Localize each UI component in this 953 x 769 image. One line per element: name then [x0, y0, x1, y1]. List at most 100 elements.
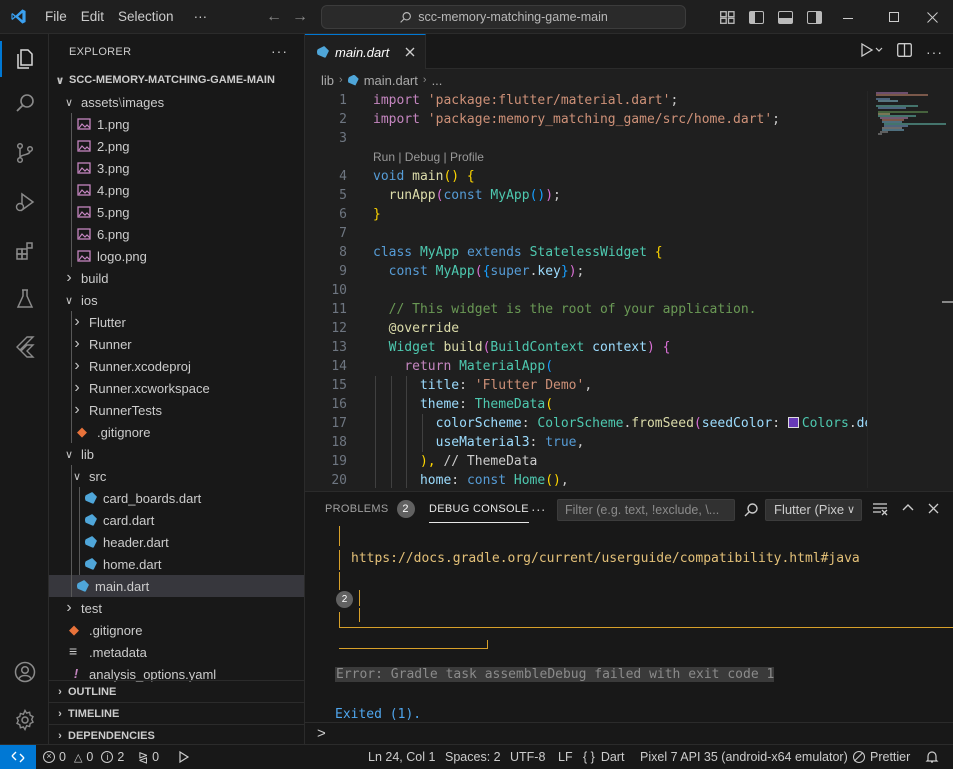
toggle-secondary-sidebar-icon[interactable] [807, 10, 822, 24]
close-panel-icon[interactable] [928, 503, 939, 514]
tree-item[interactable]: › Runner.xcodeproj [49, 355, 304, 377]
indentation[interactable]: Spaces: 2 [445, 745, 501, 769]
search-icon[interactable] [0, 81, 49, 125]
toggle-panel-icon[interactable] [778, 10, 793, 24]
tree-item[interactable]: › RunnerTests [49, 399, 304, 421]
outline-section[interactable]: › OUTLINE [49, 680, 304, 702]
gradle-link[interactable]: https://docs.gradle.org/current/userguid… [351, 551, 860, 566]
tree-item-label: test [81, 600, 102, 616]
toggle-primary-sidebar-icon[interactable] [749, 10, 764, 24]
minimize-icon[interactable] [825, 10, 871, 25]
workspace-root[interactable]: ∨ SCC-MEMORY-MATCHING-GAME-MAIN [49, 69, 304, 91]
tree-item[interactable]: ∨ ios [49, 289, 304, 311]
tree-item[interactable]: 6.png [49, 223, 304, 245]
tree-item[interactable]: 2.png [49, 135, 304, 157]
line-number: 4 [339, 169, 347, 184]
tree-item[interactable]: › Flutter [49, 311, 304, 333]
run-debug-icon[interactable] [0, 180, 49, 224]
tree-item[interactable]: › test [49, 597, 304, 619]
split-editor-icon[interactable] [897, 43, 912, 60]
dependencies-section[interactable]: › DEPENDENCIES [49, 724, 304, 746]
git-file-icon: ◆ [69, 622, 79, 637]
device-selector[interactable]: Pixel 7 API 35 (android-x64 emulator) [640, 745, 848, 769]
tree-item[interactable]: › Runner.xcworkspace [49, 377, 304, 399]
tree-item[interactable]: 4.png [49, 179, 304, 201]
tree-item[interactable]: ∨ assets \ images [49, 91, 304, 113]
end-of-line[interactable]: LF [558, 745, 573, 769]
tree-item-label: .gitignore [97, 424, 151, 440]
back-arrow-icon[interactable]: ← [261, 8, 287, 26]
explorer-icon[interactable] [0, 37, 49, 81]
editor-more-icon[interactable]: ··· [926, 44, 943, 60]
tree-item[interactable]: ◆ .gitignore [49, 619, 304, 641]
tree-item[interactable]: 3.png [49, 157, 304, 179]
tree-item[interactable]: ◆ .gitignore [49, 421, 304, 443]
remote-indicator-icon[interactable] [0, 745, 36, 769]
testing-icon[interactable] [0, 277, 49, 321]
minimap[interactable] [867, 91, 953, 488]
maximize-icon[interactable] [871, 12, 917, 22]
tree-item[interactable]: 1.png [49, 113, 304, 135]
language-mode[interactable]: { } Dart [583, 745, 624, 769]
flutter-icon[interactable] [0, 324, 49, 368]
code-editor[interactable]: 1 import 'package:flutter/material.dart';… [305, 91, 867, 488]
extensions-icon[interactable] [0, 229, 49, 273]
tree-item[interactable]: logo.png [49, 245, 304, 267]
breadcrumb-lib[interactable]: lib [321, 73, 334, 88]
tree-item[interactable]: header.dart [49, 531, 304, 553]
console-filter-input[interactable]: Filter (e.g. text, !exclude, \... [557, 499, 735, 521]
encoding[interactable]: UTF-8 [510, 745, 545, 769]
maximize-panel-icon[interactable] [902, 502, 914, 514]
git-file-icon: ◆ [77, 424, 87, 439]
ports-status[interactable]: ⧎ 0 [138, 745, 159, 769]
image-file-icon [77, 117, 97, 131]
debug-status-icon[interactable] [176, 745, 190, 769]
tab-problems[interactable]: PROBLEMS 2 [325, 492, 415, 526]
tree-item[interactable]: 5.png [49, 201, 304, 223]
dependencies-label: DEPENDENCIES [68, 729, 155, 742]
menu-more[interactable]: ··· [187, 4, 215, 30]
debug-session-select[interactable]: Flutter (Pixe ∨ [765, 499, 862, 521]
tree-item[interactable]: card_boards.dart [49, 487, 304, 509]
clear-console-icon[interactable] [872, 500, 888, 516]
breadcrumb-symbol[interactable]: ... [432, 73, 443, 88]
breadcrumb-file[interactable]: main.dart [364, 73, 418, 88]
color-swatch[interactable] [787, 417, 799, 428]
notifications-bell-icon[interactable] [925, 745, 939, 769]
customize-layout-icon[interactable] [720, 10, 735, 24]
tab-main-dart[interactable]: main.dart [305, 34, 426, 69]
activity-bar [0, 34, 49, 744]
console-prompt[interactable]: > [305, 722, 953, 744]
tree-item[interactable]: ∨ lib [49, 443, 304, 465]
menu-selection[interactable]: Selection [111, 4, 181, 30]
tree-item[interactable]: › Runner [49, 333, 304, 355]
codelens-run-debug-profile[interactable]: Run | Debug | Profile [373, 148, 484, 167]
session-select-value: Flutter (Pixe [774, 502, 845, 517]
tree-item[interactable]: ≡ .metadata [49, 641, 304, 663]
timeline-section[interactable]: › TIMELINE [49, 702, 304, 724]
close-icon[interactable] [405, 47, 415, 57]
tree-item[interactable]: main.dart [49, 575, 304, 597]
tree-item[interactable]: › build [49, 267, 304, 289]
accounts-icon[interactable] [0, 650, 49, 694]
close-window-icon[interactable] [917, 11, 947, 23]
search-text: scc-memory-matching-game-main [418, 10, 608, 24]
problems-status[interactable]: × 0 △ 0 i 2 [43, 745, 124, 769]
menu-edit[interactable]: Edit [74, 4, 111, 30]
cursor-position[interactable]: Ln 24, Col 1 [368, 745, 435, 769]
run-debug-dropdown-icon[interactable] [859, 42, 883, 61]
source-control-icon[interactable] [0, 131, 49, 175]
tree-item[interactable]: card.dart [49, 509, 304, 531]
command-center-search[interactable]: scc-memory-matching-game-main [321, 5, 686, 29]
panel-more-tabs[interactable]: ··· [531, 492, 546, 526]
tree-item[interactable]: ∨ src [49, 465, 304, 487]
tab-debug-console[interactable]: DEBUG CONSOLE [429, 495, 529, 523]
search-icon[interactable] [743, 502, 759, 518]
explorer-more-actions[interactable]: ··· [271, 43, 288, 59]
tree-item[interactable]: home.dart [49, 553, 304, 575]
menu-file[interactable]: File [38, 4, 74, 30]
forward-arrow-icon[interactable]: → [287, 8, 313, 26]
tree-item-label: ios [81, 292, 98, 308]
prettier-status[interactable]: Prettier [853, 745, 910, 769]
settings-gear-icon[interactable] [0, 698, 49, 742]
